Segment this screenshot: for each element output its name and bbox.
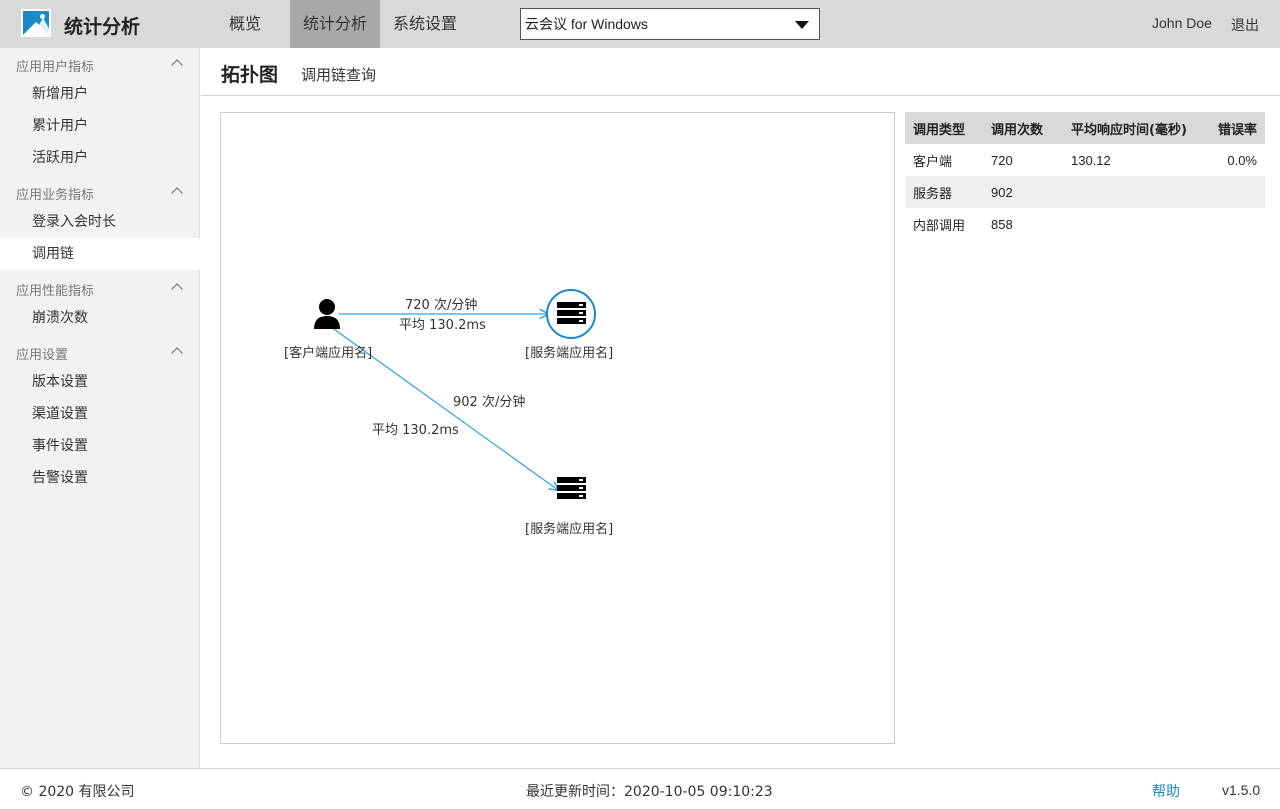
user-name[interactable]: John Doe xyxy=(1152,15,1212,31)
node-label-server-1: [服务端应用名] xyxy=(525,346,614,361)
cell-call-count: 858 xyxy=(991,216,1013,232)
sidebar-item-version-settings[interactable]: 版本设置 xyxy=(0,366,200,398)
col-header-call-type: 调用类型 xyxy=(905,112,983,144)
cell-call-type: 服务器 xyxy=(905,176,983,208)
version-text: v1.5.0 xyxy=(1222,782,1261,798)
cell-error-rate xyxy=(1203,176,1265,208)
logout-link[interactable]: 退出 xyxy=(1231,15,1259,35)
sidebar-group-app-settings[interactable]: 应用设置 xyxy=(16,344,68,363)
tab-system-settings[interactable]: 系统设置 xyxy=(392,0,458,48)
sidebar-item-call-chain[interactable]: 调用链 xyxy=(0,238,200,270)
tab-statistics[interactable]: 统计分析 xyxy=(290,0,380,48)
chevron-up-icon[interactable] xyxy=(171,283,183,295)
last-update-text: 最近更新时间：2020-10-05 09:10:23 xyxy=(526,784,773,800)
sidebar-group-business-metrics[interactable]: 应用业务指标 xyxy=(16,184,94,203)
server-icon[interactable] xyxy=(546,289,596,339)
sidebar-item-alert-settings[interactable]: 告警设置 xyxy=(0,462,200,494)
server-icon[interactable] xyxy=(557,477,586,499)
sidebar-item-event-settings[interactable]: 事件设置 xyxy=(0,430,200,462)
col-header-call-count: 调用次数 xyxy=(983,112,1063,144)
footer: © 2020 有限公司 最近更新时间：2020-10-05 09:10:23 帮… xyxy=(0,768,1280,809)
topology-canvas xyxy=(314,289,596,499)
table-header-row: 调用类型 调用次数 平均响应时间(毫秒) 错误率 xyxy=(905,112,1265,144)
cell-call-type: 客户端 xyxy=(913,153,953,169)
cell-avg-response xyxy=(1063,208,1203,240)
edge-1-rate-label: 720 次/分钟 xyxy=(405,298,478,313)
page-title: 拓扑图 xyxy=(221,64,279,86)
node-label-client: [客户端应用名] xyxy=(284,346,373,361)
cell-call-count: 902 xyxy=(983,176,1063,208)
sidebar-item-active-users[interactable]: 活跃用户 xyxy=(0,142,200,174)
sidebar-item-crash-count[interactable]: 崩溃次数 xyxy=(0,302,200,334)
edge-2-rate-label: 902 次/分钟 xyxy=(453,395,526,410)
edge-1-avg-label: 平均 130.2ms xyxy=(399,318,486,333)
sidebar-item-total-users[interactable]: 累计用户 xyxy=(0,110,200,142)
sidebar-item-channel-settings[interactable]: 渠道设置 xyxy=(0,398,200,430)
sidebar-item-new-users[interactable]: 新增用户 xyxy=(0,78,200,110)
chevron-up-icon[interactable] xyxy=(171,187,183,199)
sidebar-group-performance-metrics[interactable]: 应用性能指标 xyxy=(16,280,94,299)
table-row: 内部调用 858 xyxy=(905,208,1265,240)
app-select-value: 云会议 for Windows xyxy=(525,16,648,32)
table-row: 服务器 902 xyxy=(905,176,1265,208)
node-label-server-2: [服务端应用名] xyxy=(525,522,614,537)
caret-down-icon xyxy=(795,21,809,29)
app-title: 统计分析 xyxy=(64,16,141,38)
col-header-avg-response: 平均响应时间(毫秒) xyxy=(1063,112,1203,144)
cell-error-rate: 0.0% xyxy=(1227,152,1257,168)
cell-call-count: 720 xyxy=(991,152,1013,168)
cell-avg-response: 130.12 xyxy=(1071,152,1111,168)
tab-overview[interactable]: 概览 xyxy=(220,0,270,48)
chevron-up-icon[interactable] xyxy=(171,347,183,359)
sidebar: 应用用户指标 新增用户 累计用户 活跃用户 应用业务指标 登录入会时长 调用链 … xyxy=(0,48,200,768)
cell-avg-response xyxy=(1063,176,1203,208)
chevron-up-icon[interactable] xyxy=(171,59,183,71)
table-row: 客户端 720 130.12 0.0% xyxy=(905,144,1265,176)
app-logo-icon xyxy=(21,9,51,37)
sidebar-group-user-metrics[interactable]: 应用用户指标 xyxy=(16,56,94,75)
top-header: 统计分析 概览 统计分析 系统设置 云会议 for Windows John D… xyxy=(0,0,1280,48)
copyright-text: © 2020 有限公司 xyxy=(20,784,135,800)
help-link[interactable]: 帮助 xyxy=(1152,781,1180,801)
user-icon[interactable] xyxy=(314,299,340,329)
cell-error-rate xyxy=(1203,208,1265,240)
call-stats-table: 调用类型 调用次数 平均响应时间(毫秒) 错误率 客户端 720 130.12 … xyxy=(905,112,1265,240)
page-header: 拓扑图 调用链查询 xyxy=(201,48,1280,96)
cell-call-type: 内部调用 xyxy=(913,217,966,233)
edge-2-avg-label: 平均 130.2ms xyxy=(372,423,459,438)
col-header-error-rate: 错误率 xyxy=(1203,112,1265,144)
app-select-dropdown[interactable]: 云会议 for Windows xyxy=(520,8,820,40)
sidebar-item-login-duration[interactable]: 登录入会时长 xyxy=(0,206,200,238)
topology-panel: [客户端应用名] [服务端应用名] [服务端应用名] 720 次/分钟 平均 1… xyxy=(220,112,895,744)
page-subtitle: 调用链查询 xyxy=(301,66,377,84)
